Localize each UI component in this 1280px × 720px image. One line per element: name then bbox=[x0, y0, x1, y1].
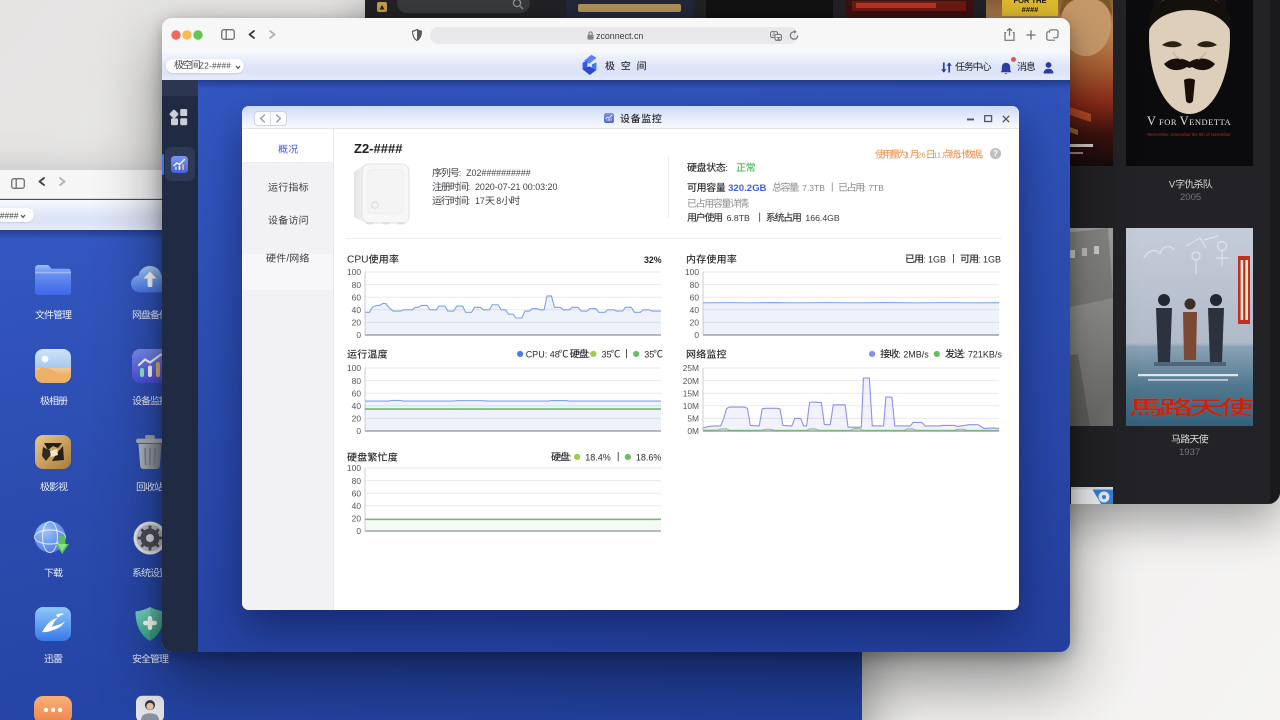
svg-text:100: 100 bbox=[348, 267, 362, 277]
svg-text:CPU: CPU bbox=[525, 350, 544, 360]
svg-text:11: 11 bbox=[933, 150, 941, 159]
svg-text:60: 60 bbox=[352, 388, 362, 398]
svg-text:40: 40 bbox=[352, 305, 362, 315]
svg-text:Z2-####: Z2-#### bbox=[354, 141, 403, 156]
svg-text:60: 60 bbox=[352, 292, 362, 302]
svg-text:/: / bbox=[287, 254, 290, 265]
svg-text:40: 40 bbox=[352, 401, 362, 411]
svg-text:: 48: : 48 bbox=[544, 350, 559, 360]
svg-text:20M: 20M bbox=[683, 375, 699, 385]
svg-text:26: 26 bbox=[917, 150, 925, 159]
svg-text:80: 80 bbox=[352, 375, 362, 385]
svg-text:: 1GB: : 1GB bbox=[923, 255, 949, 265]
svg-text:80: 80 bbox=[352, 280, 362, 290]
svg-text:10M: 10M bbox=[683, 401, 699, 411]
svg-text:32%: 32% bbox=[644, 255, 662, 265]
svg-text::: : bbox=[747, 199, 749, 209]
svg-text:1937: 1937 bbox=[1179, 447, 1200, 458]
svg-text:: 2MB/s: : 2MB/s bbox=[898, 350, 934, 360]
svg-text:40: 40 bbox=[690, 305, 700, 315]
svg-text:6.8TB: 6.8TB bbox=[721, 213, 754, 223]
svg-text::: : bbox=[569, 452, 574, 462]
svg-text:####: #### bbox=[1022, 5, 1040, 14]
svg-text:15M: 15M bbox=[683, 388, 699, 398]
svg-text:CPU: CPU bbox=[347, 255, 369, 266]
svg-text:0: 0 bbox=[357, 330, 362, 340]
svg-text:Remember, remember the 5th of: Remember, remember the 5th of November bbox=[1147, 132, 1231, 137]
svg-text:: 1GB: : 1GB bbox=[978, 255, 1001, 265]
svg-text:2005: 2005 bbox=[1180, 192, 1201, 203]
svg-text:18.4%: 18.4% bbox=[583, 452, 614, 462]
svg-text:20: 20 bbox=[352, 514, 362, 524]
svg-text:20: 20 bbox=[352, 413, 362, 423]
svg-text:?: ? bbox=[994, 149, 999, 158]
svg-text:: 2020-07-21 00:03:20: : 2020-07-21 00:03:20 bbox=[468, 182, 558, 192]
svg-text:80: 80 bbox=[352, 476, 362, 486]
svg-text:20: 20 bbox=[352, 318, 362, 328]
svg-text:0: 0 bbox=[357, 426, 362, 436]
svg-text:: 7TB: : 7TB bbox=[863, 183, 884, 193]
svg-text:100: 100 bbox=[348, 463, 362, 473]
svg-text:zconnect.cn: zconnect.cn bbox=[596, 31, 643, 41]
svg-text:8: 8 bbox=[494, 196, 501, 206]
svg-text:0: 0 bbox=[695, 330, 700, 340]
svg-text:60: 60 bbox=[690, 292, 700, 302]
svg-text:80: 80 bbox=[690, 280, 700, 290]
svg-text:18.6%: 18.6% bbox=[634, 452, 662, 462]
svg-text:35: 35 bbox=[642, 350, 655, 360]
svg-text::: : bbox=[588, 350, 591, 360]
svg-text:V: V bbox=[1169, 179, 1176, 189]
svg-text::: : bbox=[725, 163, 736, 174]
svg-text:-####: -#### bbox=[0, 210, 18, 220]
svg-text:Z2-####: Z2-#### bbox=[199, 62, 231, 71]
svg-text:: 721KB/s: : 721KB/s bbox=[962, 350, 1002, 360]
svg-text:35: 35 bbox=[599, 350, 612, 360]
svg-text:60: 60 bbox=[352, 488, 362, 498]
svg-text:: 7.3TB: : 7.3TB bbox=[797, 183, 827, 193]
svg-text:0M: 0M bbox=[688, 426, 700, 436]
svg-text:: Z02##########: : Z02########## bbox=[459, 168, 531, 178]
svg-text:320.2GB: 320.2GB bbox=[728, 183, 766, 194]
svg-text:20: 20 bbox=[690, 318, 700, 328]
svg-text:: 17: : 17 bbox=[468, 196, 485, 206]
svg-text:100: 100 bbox=[685, 267, 699, 277]
svg-text:5M: 5M bbox=[688, 413, 700, 423]
svg-text:166.4GB: 166.4GB bbox=[800, 213, 839, 223]
svg-text:V FOR VENDETTA: V FOR VENDETTA bbox=[1147, 114, 1232, 128]
svg-text:40: 40 bbox=[352, 501, 362, 511]
svg-text:1: 1 bbox=[905, 150, 909, 159]
svg-text:0: 0 bbox=[357, 526, 362, 536]
svg-text:25M: 25M bbox=[683, 363, 699, 373]
svg-text:100: 100 bbox=[348, 363, 362, 373]
